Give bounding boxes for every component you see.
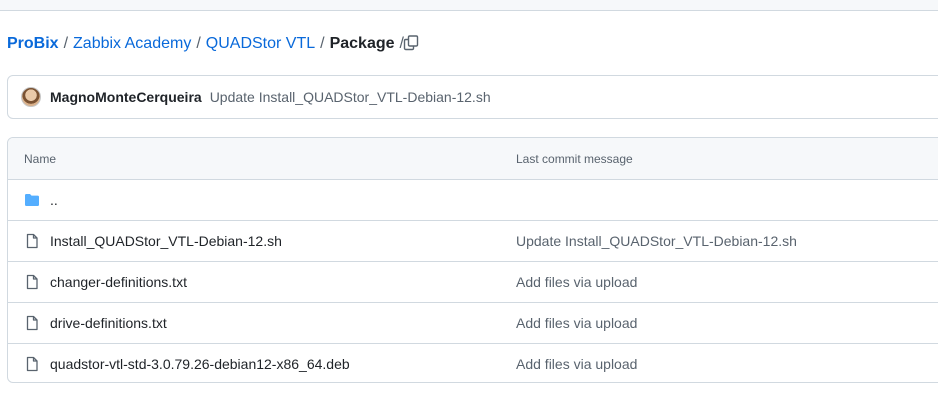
breadcrumb-separator: / xyxy=(196,35,201,52)
breadcrumb-current: Package xyxy=(329,35,395,52)
breadcrumb: ProBix / Zabbix Academy / QUADStor VTL /… xyxy=(7,33,409,55)
latest-commit-bar: MagnoMonteCerqueira Update Install_QUADS… xyxy=(7,75,938,119)
file-name-link[interactable]: changer-definitions.txt xyxy=(50,274,187,290)
commit-author-link[interactable]: MagnoMonteCerqueira xyxy=(50,89,202,105)
table-row[interactable]: drive-definitions.txt Add files via uplo… xyxy=(8,303,938,344)
parent-directory-link[interactable]: .. xyxy=(50,192,58,208)
file-commit-message-link[interactable]: Add files via upload xyxy=(516,315,637,331)
parent-directory-row[interactable]: .. xyxy=(8,180,938,221)
commit-message-link[interactable]: Update Install_QUADStor_VTL-Debian-12.sh xyxy=(210,89,491,105)
column-header-name: Name xyxy=(24,152,57,166)
file-table-header: Name Last commit message xyxy=(8,138,938,180)
top-bar xyxy=(0,0,938,11)
avatar[interactable] xyxy=(21,87,41,107)
file-icon xyxy=(26,233,38,249)
file-name-link[interactable]: Install_QUADStor_VTL-Debian-12.sh xyxy=(50,233,282,249)
file-icon xyxy=(26,274,38,290)
copy-path-button[interactable] xyxy=(401,33,421,53)
breadcrumb-owner-link[interactable]: ProBix xyxy=(7,35,59,53)
column-header-last-commit-message: Last commit message xyxy=(516,152,633,166)
file-icon xyxy=(26,315,38,331)
folder-icon xyxy=(25,194,39,206)
file-commit-message-link[interactable]: Add files via upload xyxy=(516,274,637,290)
table-row[interactable]: quadstor-vtl-std-3.0.79.26-debian12-x86_… xyxy=(8,344,938,382)
file-commit-message-link[interactable]: Add files via upload xyxy=(516,356,637,372)
table-row[interactable]: Install_QUADStor_VTL-Debian-12.sh Update… xyxy=(8,221,938,262)
breadcrumb-link-zabbix-academy[interactable]: Zabbix Academy xyxy=(73,35,191,53)
copy-icon xyxy=(403,35,419,51)
file-commit-message-link[interactable]: Update Install_QUADStor_VTL-Debian-12.sh xyxy=(516,233,797,249)
table-row[interactable]: changer-definitions.txt Add files via up… xyxy=(8,262,938,303)
file-name-link[interactable]: drive-definitions.txt xyxy=(50,315,167,331)
breadcrumb-separator: / xyxy=(320,35,325,52)
file-table: Name Last commit message .. Install_QUAD… xyxy=(7,137,938,383)
breadcrumb-link-quadstor-vtl[interactable]: QUADStor VTL xyxy=(206,35,315,53)
file-name-link[interactable]: quadstor-vtl-std-3.0.79.26-debian12-x86_… xyxy=(50,356,350,372)
breadcrumb-separator: / xyxy=(63,35,69,52)
file-icon xyxy=(26,356,38,372)
